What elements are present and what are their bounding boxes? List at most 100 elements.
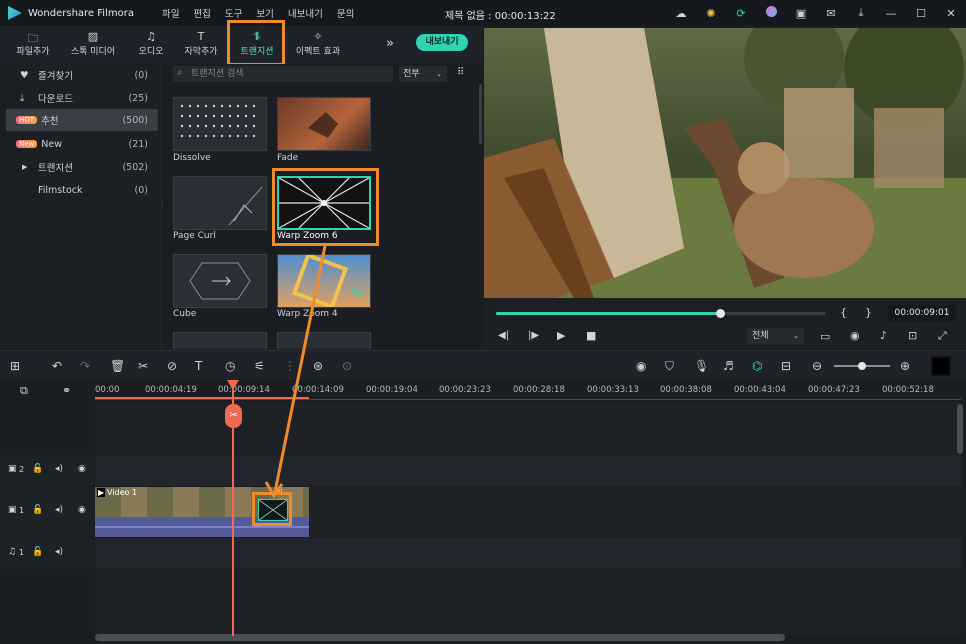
split-scissors-icon[interactable]: ✂	[225, 404, 242, 428]
stabilize-icon[interactable]: ⊙	[342, 359, 352, 373]
play-icon[interactable]: ▶	[557, 329, 565, 342]
track-height-icon[interactable]	[931, 356, 951, 376]
app-name: Wondershare Filmora	[28, 7, 134, 19]
zoom-slider-handle[interactable]	[858, 362, 866, 370]
render-icon[interactable]: ◉	[636, 359, 646, 373]
transition-thumb-partial-1[interactable]	[173, 332, 267, 349]
quality-dropdown[interactable]: 전체 ⌄	[746, 328, 804, 344]
transition-thumb-warp-zoom-4[interactable]	[277, 252, 371, 310]
stop-icon[interactable]: ■	[586, 329, 596, 342]
track-audio-1[interactable]	[95, 538, 961, 569]
tool-titles[interactable]: T 자막추가	[176, 26, 226, 64]
thumb-label-warp-zoom-4: Warp Zoom 4	[277, 309, 338, 319]
timeline-horizontal-scrollbar[interactable]	[95, 634, 785, 641]
zoom-out-icon[interactable]: ⊖	[812, 359, 822, 373]
sidebar-item-transitions[interactable]: ▶ 트랜지션 (502)	[6, 156, 158, 178]
download-icon[interactable]: ⤓	[846, 6, 876, 20]
expand-icon[interactable]: ⤢	[938, 329, 947, 343]
redo-icon[interactable]: ↷	[80, 359, 90, 373]
display-icon[interactable]: ▭	[820, 330, 830, 343]
tool-effects[interactable]: ✧ 이펙트 효과	[288, 26, 348, 64]
export-button[interactable]: 내보내기	[416, 34, 468, 51]
tag-icon[interactable]: ⊘	[167, 359, 177, 373]
volume-icon[interactable]: ♪	[880, 329, 887, 342]
speaker-icon[interactable]: ◂)	[55, 464, 63, 474]
maximize-icon[interactable]: ☐	[906, 7, 936, 20]
layout-icon[interactable]: ⊞	[10, 359, 20, 373]
sidebar-item-recommended[interactable]: HOT 추천 (500)	[6, 109, 158, 131]
audio-wave-icon[interactable]: ⋮	[284, 359, 296, 373]
menu-tools[interactable]: 도구	[225, 6, 242, 20]
microphone-icon[interactable]: 🎙	[694, 359, 709, 373]
sidebar-item-filmstock[interactable]: Filmstock (0)	[6, 179, 158, 201]
previous-frame-icon[interactable]: ◀|	[498, 330, 509, 341]
thumb-label-cube: Cube	[173, 309, 197, 319]
menu-help[interactable]: 문의	[337, 6, 354, 20]
sidebar-item-downloads[interactable]: ⤓ 다운로드 (25)	[6, 87, 158, 109]
sidebar-item-favorites[interactable]: ♥ 즐겨찾기 (0)	[6, 64, 158, 86]
track-video-1[interactable]: ▶ Video 1 Vi...	[95, 487, 961, 537]
add-track-icon[interactable]: ⧉	[20, 384, 28, 398]
lock-icon[interactable]: 🔓	[32, 547, 43, 557]
cut-icon[interactable]: ✂	[138, 359, 148, 373]
tool-audio[interactable]: ♫ 오디오	[128, 26, 174, 64]
minimize-icon[interactable]: —	[876, 7, 906, 20]
cloud-icon[interactable]: ☁	[666, 7, 696, 20]
transition-thumb-fade[interactable]	[277, 97, 371, 151]
snapshot-icon[interactable]: ◉	[850, 329, 860, 342]
zoom-slider[interactable]	[834, 362, 890, 370]
menu-edit[interactable]: 편집	[193, 6, 210, 20]
zoom-in-icon[interactable]: ⊕	[900, 359, 910, 373]
lock-icon[interactable]: 🔓	[32, 464, 43, 474]
transition-thumb-partial-2[interactable]	[277, 332, 371, 349]
undo-icon[interactable]: ↶	[52, 359, 62, 373]
speed-icon[interactable]: ◷	[225, 359, 235, 373]
avatar-icon[interactable]	[756, 6, 786, 20]
save-icon[interactable]: ▣	[786, 7, 816, 20]
motion-track-icon[interactable]: ⊛	[313, 359, 323, 373]
speaker-icon[interactable]: ◂)	[55, 505, 63, 515]
timeline-vertical-scrollbar[interactable]	[957, 404, 963, 454]
delete-icon[interactable]: 🗑	[110, 359, 125, 373]
audio-mix-icon[interactable]: ♬	[723, 359, 734, 373]
search-input[interactable]: 트랜지션 검색	[173, 66, 393, 82]
browser-scrollbar[interactable]	[479, 84, 482, 144]
bulb-icon[interactable]: ✺	[696, 7, 726, 20]
link-icon[interactable]: ⚭	[62, 384, 71, 397]
text-tool-icon[interactable]: T	[195, 359, 202, 373]
headset-icon[interactable]: ⟳	[726, 7, 756, 20]
play-pause-icon[interactable]: |▶	[528, 330, 539, 341]
mail-icon[interactable]: ✉	[816, 7, 846, 20]
filter-dropdown[interactable]: 전부 ⌄	[399, 66, 447, 82]
title-bar: Wondershare Filmora 파일 편집 도구 보기 내보내기 문의 …	[0, 0, 966, 26]
menu-view[interactable]: 보기	[256, 6, 273, 20]
sidebar-item-new[interactable]: New New (21)	[6, 133, 158, 155]
playback-progress-track[interactable]	[496, 309, 826, 318]
fit-icon[interactable]: ⊟	[781, 359, 791, 373]
marker-icon[interactable]: ⛉	[665, 359, 674, 374]
close-icon[interactable]: ✕	[936, 7, 966, 20]
transition-thumb-cube[interactable]	[173, 254, 267, 308]
expand-arrow-icon: ▶	[22, 163, 28, 171]
speaker-icon[interactable]: ◂)	[55, 547, 63, 557]
mark-out-button[interactable]: }	[865, 306, 872, 319]
transition-thumb-page-curl[interactable]	[173, 176, 267, 230]
menu-file[interactable]: 파일	[162, 6, 179, 20]
playback-progress-fill	[496, 312, 721, 315]
eye-icon[interactable]: ◉	[78, 464, 86, 474]
adjust-icon[interactable]: ⚟	[254, 359, 265, 373]
tool-stock-media[interactable]: ▨ 스톡 미디어	[64, 26, 122, 64]
track-video-2[interactable]	[95, 455, 961, 486]
eye-icon[interactable]: ◉	[78, 505, 86, 515]
transition-thumb-dissolve[interactable]	[173, 97, 267, 151]
search-icon: ⌕	[177, 67, 183, 78]
lock-icon[interactable]: 🔓	[32, 505, 43, 515]
more-tools-icon[interactable]: »	[386, 36, 394, 51]
playback-progress-handle[interactable]	[716, 309, 726, 318]
ai-icon[interactable]: ⌬	[752, 359, 762, 373]
tool-import[interactable]: 🗀 파일추가	[8, 26, 58, 64]
menu-export[interactable]: 내보내기	[288, 6, 323, 20]
fullscreen-preview-icon[interactable]: ⊡	[908, 329, 917, 342]
grid-view-icon[interactable]: ⠿	[457, 67, 464, 78]
mark-in-button[interactable]: {	[840, 306, 847, 319]
